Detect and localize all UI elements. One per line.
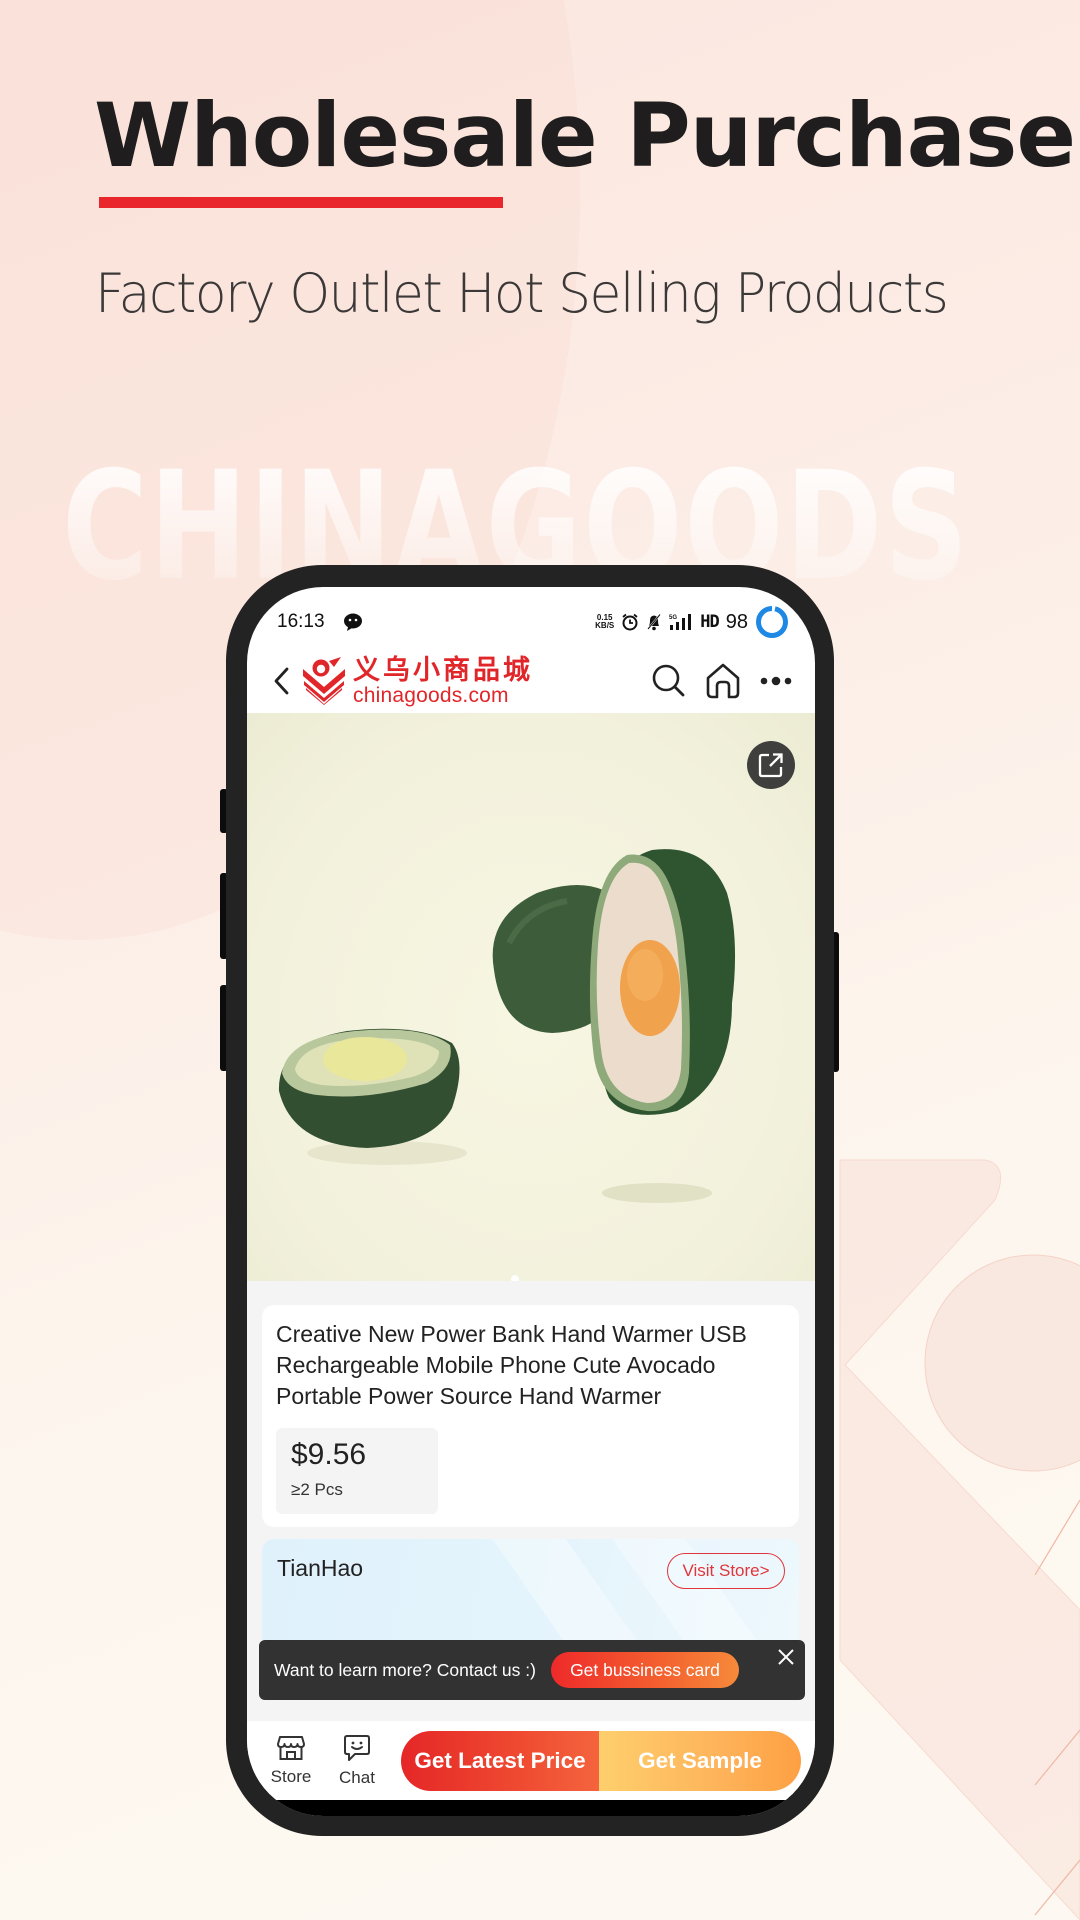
battery-ring-icon — [756, 605, 788, 638]
hero-subtitle: Factory Outlet Hot Selling Products — [95, 262, 949, 325]
chat-icon — [344, 1734, 370, 1761]
tab-chat-label: Chat — [339, 1767, 375, 1787]
alarm-icon — [622, 613, 638, 631]
chinagoods-logo[interactable]: 义乌小商品城 chinagoods.com — [301, 654, 533, 707]
signal-label: 5G — [669, 615, 677, 621]
product-title: Creative New Power Bank Hand Warmer USB … — [276, 1321, 747, 1409]
product-info-card: Creative New Power Bank Hand Warmer USB … — [262, 1305, 799, 1527]
more-icon[interactable] — [759, 674, 793, 688]
back-icon[interactable] — [273, 666, 291, 696]
gesture-navigation-area — [247, 1800, 815, 1816]
network-speed-unit: KB/S — [595, 621, 615, 630]
close-icon[interactable] — [777, 1648, 795, 1666]
battery-level: 98 — [725, 610, 748, 633]
logo-chinese: 义乌小商品城 — [353, 654, 533, 685]
get-sample-button[interactable]: Get Sample — [599, 1730, 801, 1791]
contact-toast: Want to learn more? Contact us :) Get bu… — [259, 1640, 805, 1700]
home-icon[interactable] — [705, 662, 741, 700]
signal-icon: 5G — [669, 614, 692, 630]
phone-screen: 16:13 0.15 KB/S 5G HD 98 义乌小商品城 chinagoo… — [247, 587, 815, 1816]
price-tier: $9.56 ≥2 Pcs — [276, 1428, 438, 1514]
status-time: 16:13 — [277, 611, 325, 632]
logo-text: 义乌小商品城 chinagoods.com — [353, 654, 533, 707]
visit-store-button[interactable]: Visit Store> — [667, 1553, 785, 1589]
minimum-order-quantity: ≥2 Pcs — [291, 1480, 343, 1499]
mute-icon — [647, 613, 662, 631]
bottom-action-bar: Store Chat Get Latest Price Get Sample — [247, 1721, 815, 1800]
store-name: TianHao — [277, 1555, 364, 1581]
tab-store-label: Store — [270, 1766, 312, 1786]
phone-mockup: 16:13 0.15 KB/S 5G HD 98 义乌小商品城 chinagoo… — [226, 565, 834, 1836]
product-price: $9.56 — [291, 1438, 367, 1471]
hero-accent-bar — [99, 197, 503, 208]
logo-mark-icon — [303, 657, 345, 705]
status-icons: 0.15 KB/S 5G HD 98 — [595, 605, 789, 639]
top-navbar: 义乌小商品城 chinagoods.com — [247, 649, 815, 713]
toast-message: Want to learn more? Contact us :) — [274, 1659, 536, 1680]
cta-group: Get Latest Price Get Sample — [401, 1730, 801, 1791]
tab-chat[interactable]: Chat — [335, 1734, 379, 1788]
message-icon — [343, 613, 362, 631]
product-image — [278, 849, 736, 1203]
get-business-card-button[interactable]: Get bussiness card — [550, 1652, 739, 1688]
logo-domain: chinagoods.com — [353, 683, 509, 707]
product-image-gallery[interactable] — [247, 713, 815, 1281]
share-button[interactable] — [747, 741, 795, 789]
network-speed: 0.15 KB/S — [595, 614, 614, 630]
store-icon — [277, 1735, 305, 1760]
nav-actions — [651, 662, 793, 700]
search-icon[interactable] — [651, 663, 687, 699]
hd-indicator: HD — [700, 612, 720, 632]
hero-title: Wholesale Purchase — [94, 84, 1076, 187]
get-latest-price-button[interactable]: Get Latest Price — [401, 1730, 599, 1791]
tab-store[interactable]: Store — [269, 1735, 313, 1787]
share-icon — [758, 753, 783, 778]
status-bar: 16:13 0.15 KB/S 5G HD 98 — [247, 587, 815, 649]
